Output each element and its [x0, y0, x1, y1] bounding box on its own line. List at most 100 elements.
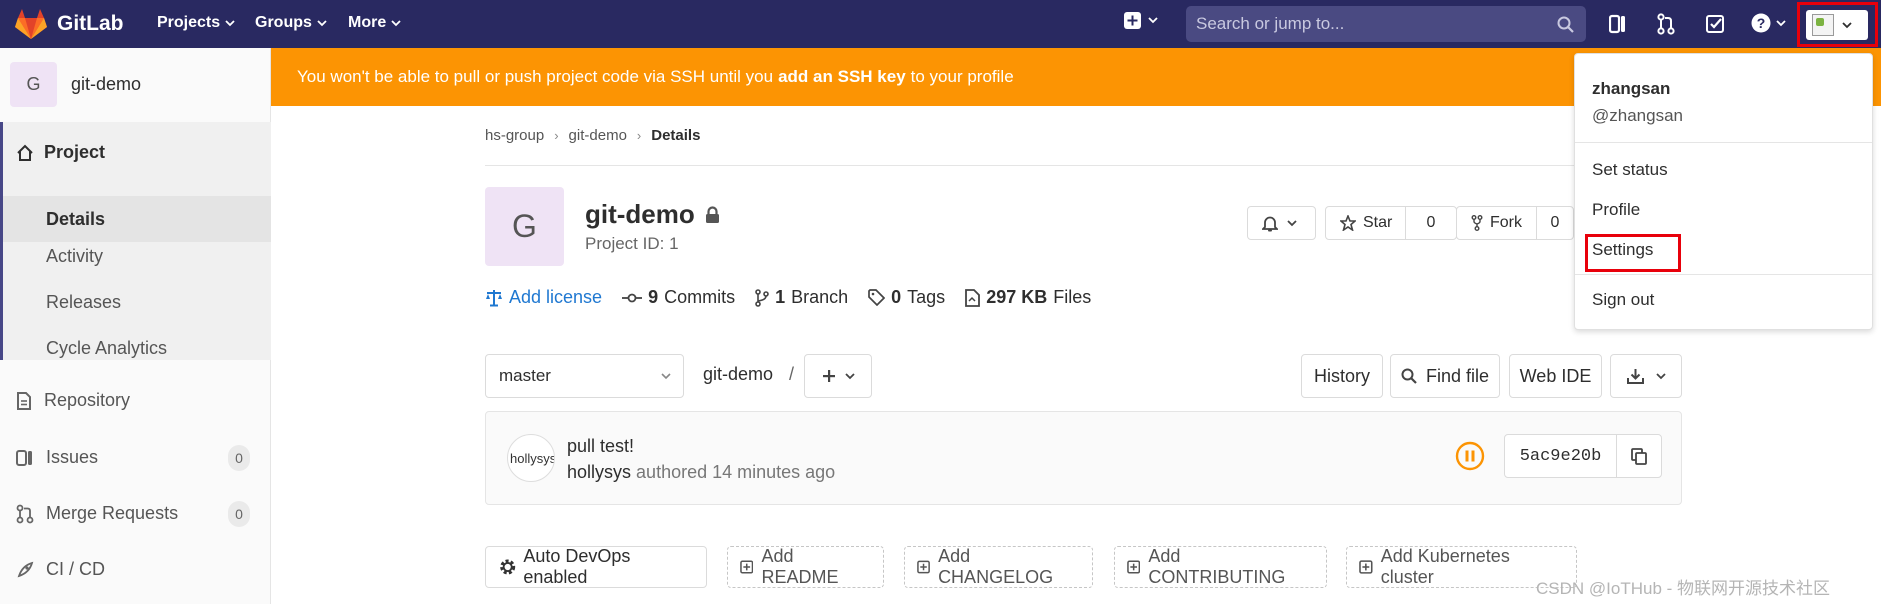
add-changelog-button[interactable]: Add CHANGELOG [904, 546, 1093, 588]
fork-count[interactable]: 0 [1537, 214, 1573, 232]
search-box[interactable] [1186, 6, 1586, 42]
star-button[interactable]: Star 0 [1325, 206, 1457, 240]
dropdown-user-name[interactable]: zhangsan [1592, 79, 1670, 99]
search-input[interactable] [1186, 6, 1586, 42]
commit-meta-text: authored 14 minutes ago [636, 462, 836, 482]
branch-selector-value: master [499, 366, 551, 385]
nav-more-menu[interactable]: More [348, 14, 401, 32]
gitlab-logo-icon[interactable] [14, 8, 48, 40]
fork-label: Fork [1490, 214, 1522, 231]
history-button[interactable]: History [1301, 354, 1383, 398]
merge-request-icon [16, 504, 34, 523]
commit-title[interactable]: pull test! [567, 436, 634, 457]
breadcrumb-separator-icon: › [554, 128, 559, 143]
breadcrumb: hs-group › git-demo › Details [485, 127, 700, 144]
web-ide-button[interactable]: Web IDE [1509, 354, 1602, 398]
project-avatar-large: G [485, 187, 564, 266]
sidebar-project-name: git-demo [71, 74, 142, 94]
commits-label: Commits [664, 287, 736, 307]
star-action[interactable]: Star [1326, 207, 1406, 239]
star-icon [1340, 215, 1356, 231]
branch-selector[interactable]: master [485, 354, 684, 398]
commits-count: 9 [648, 287, 659, 307]
branches-stat[interactable]: 1 Branch [755, 287, 848, 308]
notification-dropdown[interactable] [1247, 206, 1316, 240]
user-dropdown-menu: zhangsan @zhangsan Set status Profile Se… [1574, 53, 1873, 330]
branches-count: 1 [775, 287, 786, 307]
pipeline-paused-icon[interactable] [1455, 441, 1485, 471]
sidebar-toggle-icon[interactable] [1609, 13, 1627, 35]
nav-groups-menu[interactable]: Groups [255, 14, 327, 32]
add-readme-button[interactable]: Add README [727, 546, 884, 588]
auto-devops-button[interactable]: Auto DevOps enabled [485, 546, 707, 588]
star-label: Star [1363, 214, 1393, 231]
user-menu-toggle[interactable] [1806, 10, 1868, 40]
tags-stat[interactable]: 0 Tags [868, 287, 945, 308]
sidebar-item-repository-label: Repository [44, 390, 131, 410]
chevron-down-icon [844, 372, 855, 379]
sidebar-item-releases[interactable]: Releases [46, 292, 121, 313]
sidebar-item-activity[interactable]: Activity [46, 246, 103, 267]
chevron-down-icon [391, 19, 401, 26]
repo-path: git-demo / [703, 364, 794, 385]
add-ssh-key-link[interactable]: add an SSH key [778, 67, 906, 87]
plus-icon [822, 370, 835, 382]
chevron-down-icon [317, 19, 327, 26]
help-dropdown[interactable]: ? [1751, 13, 1786, 33]
gitlab-brand[interactable]: GitLab [57, 12, 124, 36]
chevron-down-icon [1776, 19, 1786, 26]
scale-icon [486, 289, 502, 306]
sidebar-item-repository[interactable]: Repository [16, 390, 130, 411]
tags-label: Tags [907, 287, 946, 307]
fork-action[interactable]: Fork [1457, 207, 1537, 239]
download-dropdown[interactable] [1610, 354, 1682, 398]
commit-sha-group: 5ac9e20b [1504, 434, 1662, 478]
add-to-tree-dropdown[interactable] [804, 354, 872, 398]
todo-checklist-icon[interactable] [1706, 13, 1726, 35]
menu-item-set-status[interactable]: Set status [1592, 160, 1668, 180]
bell-icon [1262, 216, 1278, 231]
merge-request-icon[interactable] [1657, 13, 1675, 35]
plus-square-icon [1359, 560, 1373, 574]
branch-icon [755, 288, 769, 307]
sidebar-item-issues[interactable]: Issues [16, 447, 98, 468]
find-file-button[interactable]: Find file [1390, 354, 1500, 398]
nav-projects-menu[interactable]: Projects [157, 14, 235, 32]
add-contributing-button[interactable]: Add CONTRIBUTING [1114, 546, 1327, 588]
new-item-dropdown[interactable] [1124, 12, 1158, 29]
star-count[interactable]: 0 [1406, 214, 1456, 232]
menu-item-sign-out[interactable]: Sign out [1592, 290, 1654, 310]
copy-icon [1631, 447, 1647, 465]
svg-text:?: ? [1757, 15, 1766, 31]
sidebar-item-ci-cd[interactable]: CI / CD [16, 559, 105, 580]
chevron-down-icon [1148, 17, 1158, 24]
dropdown-username[interactable]: @zhangsan [1592, 106, 1683, 126]
add-license-link[interactable]: Add license [485, 287, 602, 308]
sidebar-item-merge-requests[interactable]: Merge Requests [16, 503, 178, 524]
plus-square-icon [740, 560, 754, 574]
alert-text-after: to your profile [910, 67, 1014, 86]
commit-author-avatar[interactable]: hollysys [507, 434, 555, 482]
commit-icon [622, 293, 643, 302]
menu-item-profile[interactable]: Profile [1592, 200, 1640, 220]
commit-sha[interactable]: 5ac9e20b [1505, 435, 1617, 477]
sidebar-item-project-label: Project [44, 142, 106, 162]
breadcrumb-group[interactable]: hs-group [485, 127, 544, 144]
files-stat[interactable]: 297 KB Files [965, 287, 1091, 308]
copy-sha-button[interactable] [1617, 435, 1661, 477]
sidebar-project-header[interactable]: G git-demo [10, 62, 141, 107]
commit-author[interactable]: hollysys [567, 462, 631, 482]
chevron-down-icon [1287, 219, 1297, 226]
breadcrumb-project[interactable]: git-demo [569, 127, 627, 144]
sidebar-item-project[interactable]: Project [16, 142, 105, 163]
commits-stat[interactable]: 9 Commits [622, 287, 735, 308]
sidebar-item-details[interactable]: Details [3, 196, 271, 242]
commit-meta: hollysys authored 14 minutes ago [567, 462, 835, 483]
breadcrumb-current[interactable]: Details [651, 127, 700, 144]
tags-count: 0 [891, 287, 902, 307]
menu-item-settings[interactable]: Settings [1592, 240, 1653, 260]
repo-path-name[interactable]: git-demo [703, 364, 773, 384]
sidebar-item-cycle-analytics[interactable]: Cycle Analytics [46, 338, 167, 359]
fork-button[interactable]: Fork 0 [1456, 206, 1574, 240]
search-icon [1401, 368, 1417, 384]
